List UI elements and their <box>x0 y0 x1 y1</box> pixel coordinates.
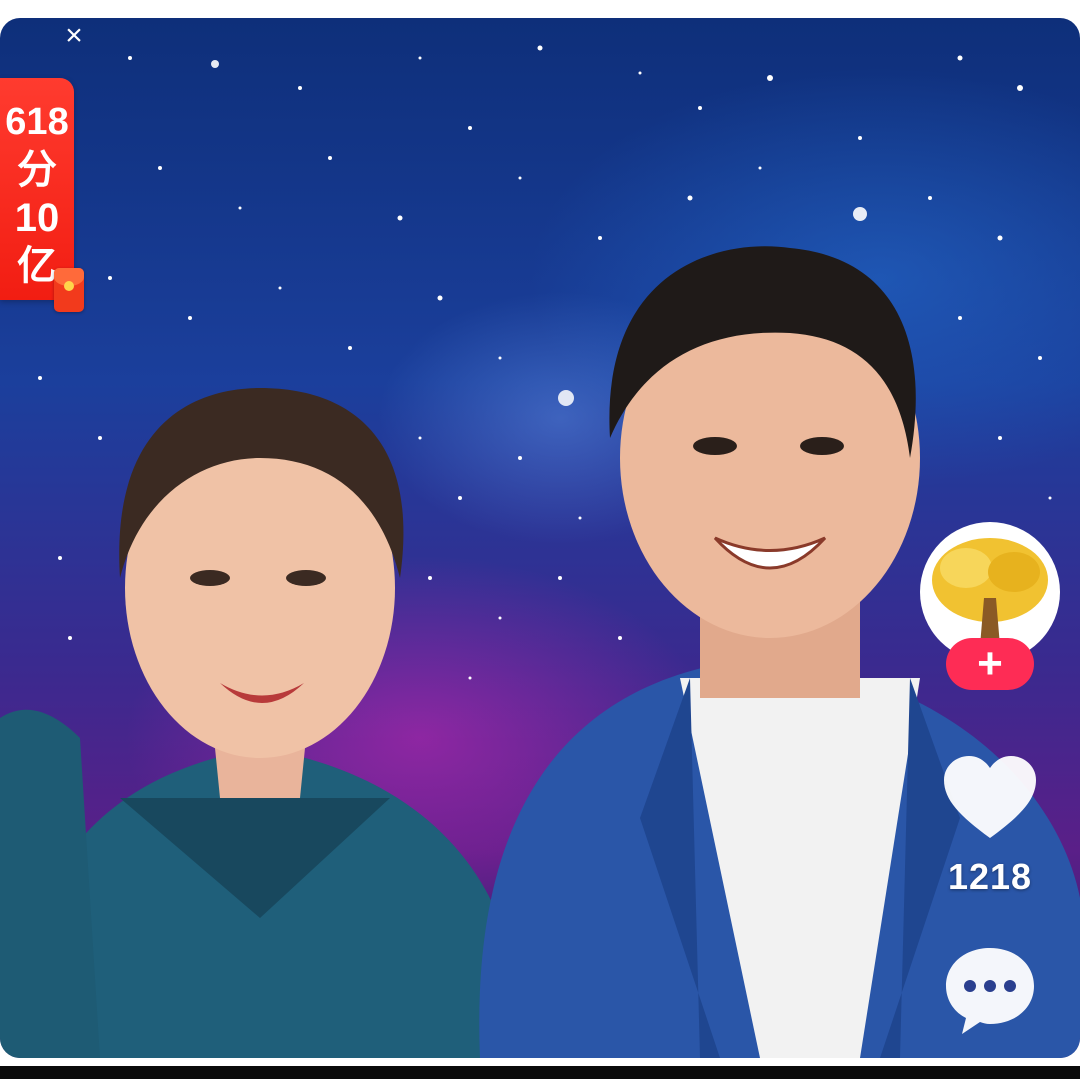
promo-banner-618[interactable]: 618 分 10 亿 <box>0 78 74 300</box>
edge-figure <box>0 709 100 1058</box>
plus-icon: + <box>977 639 1003 688</box>
bottom-bar <box>0 1066 1080 1079</box>
woman-figure <box>19 388 521 1058</box>
promo-text-line: 分 <box>17 148 57 192</box>
promo-text-line: 618 <box>5 101 69 143</box>
video-frame[interactable] <box>0 18 1080 1058</box>
like-count: 1218 <box>947 856 1033 897</box>
promo-text-line: 10 <box>14 196 60 240</box>
red-packet-icon[interactable] <box>54 268 84 312</box>
like-button[interactable] <box>940 752 1040 848</box>
follow-button[interactable]: + <box>946 638 1034 690</box>
golden-tree-avatar <box>926 528 1054 656</box>
comment-bubble-icon <box>946 948 1034 1034</box>
starfield-background <box>0 45 1080 1058</box>
close-button[interactable]: × <box>52 16 96 56</box>
close-icon: × <box>65 19 83 52</box>
heart-icon <box>944 756 1036 838</box>
comment-button[interactable] <box>940 942 1040 1038</box>
